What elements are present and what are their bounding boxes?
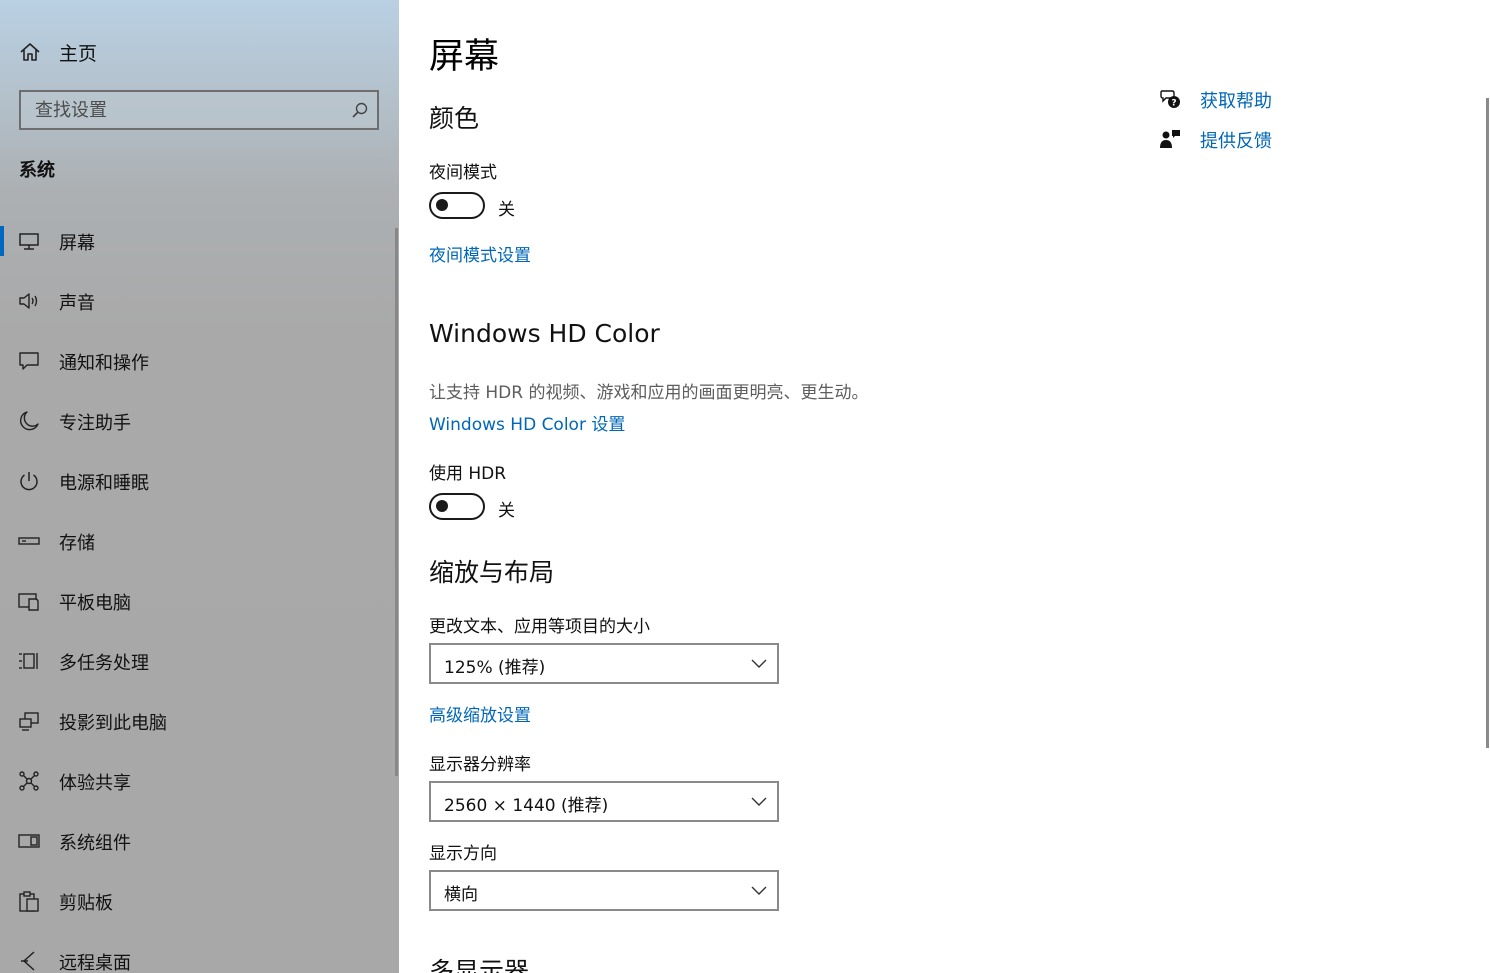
sidebar-item-power[interactable]: 电源和睡眠	[0, 451, 395, 511]
text-size-dropdown[interactable]: 125% (推荐)	[429, 643, 779, 684]
sidebar-item-label: 远程桌面	[59, 953, 131, 973]
resolution-dropdown[interactable]: 2560 × 1440 (推荐)	[429, 781, 779, 822]
home-nav-item[interactable]: 主页	[0, 30, 399, 74]
feedback-icon	[1160, 130, 1180, 148]
sidebar-item-display[interactable]: 屏幕	[0, 211, 395, 271]
components-icon	[18, 834, 40, 848]
sidebar-item-label: 平板电脑	[59, 593, 131, 614]
message-icon	[19, 352, 39, 370]
advanced-scaling-link[interactable]: 高级缩放设置	[429, 701, 531, 726]
sidebar-item-label: 剪贴板	[59, 893, 113, 914]
sidebar-item-focus-assist[interactable]: 专注助手	[0, 391, 395, 451]
night-mode-toggle[interactable]	[429, 192, 485, 219]
storage-icon	[18, 537, 40, 545]
sidebar-item-label: 多任务处理	[59, 653, 149, 674]
color-heading: 颜色	[429, 104, 480, 133]
home-icon	[20, 43, 40, 61]
search-icon[interactable]	[351, 101, 369, 119]
sidebar-item-notifications[interactable]: 通知和操作	[0, 331, 395, 391]
sidebar-item-label: 声音	[59, 293, 95, 314]
sidebar-item-remote-desktop[interactable]: 远程桌面	[0, 931, 395, 973]
orientation-label: 显示方向	[429, 844, 497, 864]
chevron-down-icon	[751, 797, 767, 806]
sidebar-item-sound[interactable]: 声音	[0, 271, 395, 331]
svg-text:?: ?	[1171, 99, 1176, 109]
toggle-knob	[436, 199, 448, 211]
hdr-settings-link[interactable]: Windows HD Color 设置	[429, 410, 625, 435]
hdr-heading: Windows HD Color	[429, 319, 660, 348]
night-mode-label: 夜间模式	[429, 163, 497, 183]
sidebar-scrollbar[interactable]	[395, 228, 398, 776]
moon-icon	[19, 411, 39, 431]
main-scrollbar[interactable]	[1486, 98, 1489, 748]
search-box	[19, 90, 379, 130]
use-hdr-state: 关	[498, 501, 515, 521]
sidebar-item-label: 存储	[59, 533, 95, 554]
nav-list: 屏幕 声音 通知和操作 专注助手 电源和睡眠 存储 平板电脑 多任务处理 投影到…	[0, 211, 395, 973]
multitask-icon	[19, 653, 38, 669]
dropdown-value: 横向	[444, 885, 478, 905]
sidebar-item-label: 投影到此电脑	[59, 713, 167, 734]
sidebar-item-tablet[interactable]: 平板电脑	[0, 571, 395, 631]
home-label: 主页	[59, 43, 98, 65]
dropdown-value: 2560 × 1440 (推荐)	[444, 796, 609, 816]
monitor-icon	[19, 233, 39, 250]
feedback-label: 提供反馈	[1200, 131, 1272, 152]
toggle-knob	[436, 500, 448, 512]
sidebar-item-project[interactable]: 投影到此电脑	[0, 691, 395, 751]
help-chat-icon: ?	[1160, 90, 1180, 109]
multi-display-heading: 多显示器	[429, 957, 530, 973]
sidebar-item-label: 电源和睡眠	[59, 473, 149, 494]
hdr-description: 让支持 HDR 的视频、游戏和应用的画面更明亮、更生动。	[429, 383, 869, 403]
chevron-down-icon	[751, 886, 767, 895]
sidebar-item-system-components[interactable]: 系统组件	[0, 811, 395, 871]
speaker-icon	[19, 293, 38, 309]
night-mode-settings-link[interactable]: 夜间模式设置	[429, 241, 531, 266]
main-content: 屏幕 颜色 夜间模式 关 夜间模式设置 Windows HD Color 让支持…	[399, 0, 1490, 973]
dropdown-value: 125% (推荐)	[444, 658, 546, 678]
use-hdr-toggle[interactable]	[429, 493, 485, 520]
tablet-icon	[18, 593, 39, 611]
scale-heading: 缩放与布局	[429, 558, 555, 587]
section-title: 系统	[19, 160, 55, 181]
sidebar-item-label: 系统组件	[59, 833, 131, 854]
get-help-label: 获取帮助	[1200, 91, 1272, 112]
orientation-dropdown[interactable]: 横向	[429, 870, 779, 911]
remote-desktop-icon	[21, 951, 35, 971]
sidebar-item-clipboard[interactable]: 剪贴板	[0, 871, 395, 931]
resolution-label: 显示器分辨率	[429, 755, 531, 775]
sidebar-item-multitasking[interactable]: 多任务处理	[0, 631, 395, 691]
help-panel: ? 获取帮助 提供反馈	[1159, 84, 1399, 164]
get-help-link[interactable]: ? 获取帮助	[1159, 84, 1399, 124]
share-icon	[19, 771, 39, 791]
feedback-link[interactable]: 提供反馈	[1159, 124, 1399, 164]
text-size-label: 更改文本、应用等项目的大小	[429, 617, 650, 637]
night-mode-state: 关	[498, 200, 515, 220]
chevron-down-icon	[751, 659, 767, 668]
sidebar-item-shared-experiences[interactable]: 体验共享	[0, 751, 395, 811]
sidebar-item-label: 体验共享	[59, 773, 131, 794]
sidebar-item-label: 通知和操作	[59, 353, 149, 374]
page-title: 屏幕	[429, 37, 500, 77]
sidebar-item-label: 专注助手	[59, 413, 131, 434]
clipboard-icon	[19, 891, 39, 912]
sidebar-item-storage[interactable]: 存储	[0, 511, 395, 571]
use-hdr-label: 使用 HDR	[429, 464, 507, 484]
sidebar-item-label: 屏幕	[59, 233, 95, 254]
power-icon	[20, 472, 38, 491]
project-icon	[19, 712, 39, 731]
sidebar: 主页 系统 屏幕 声音	[0, 0, 399, 973]
search-input[interactable]	[21, 92, 345, 128]
